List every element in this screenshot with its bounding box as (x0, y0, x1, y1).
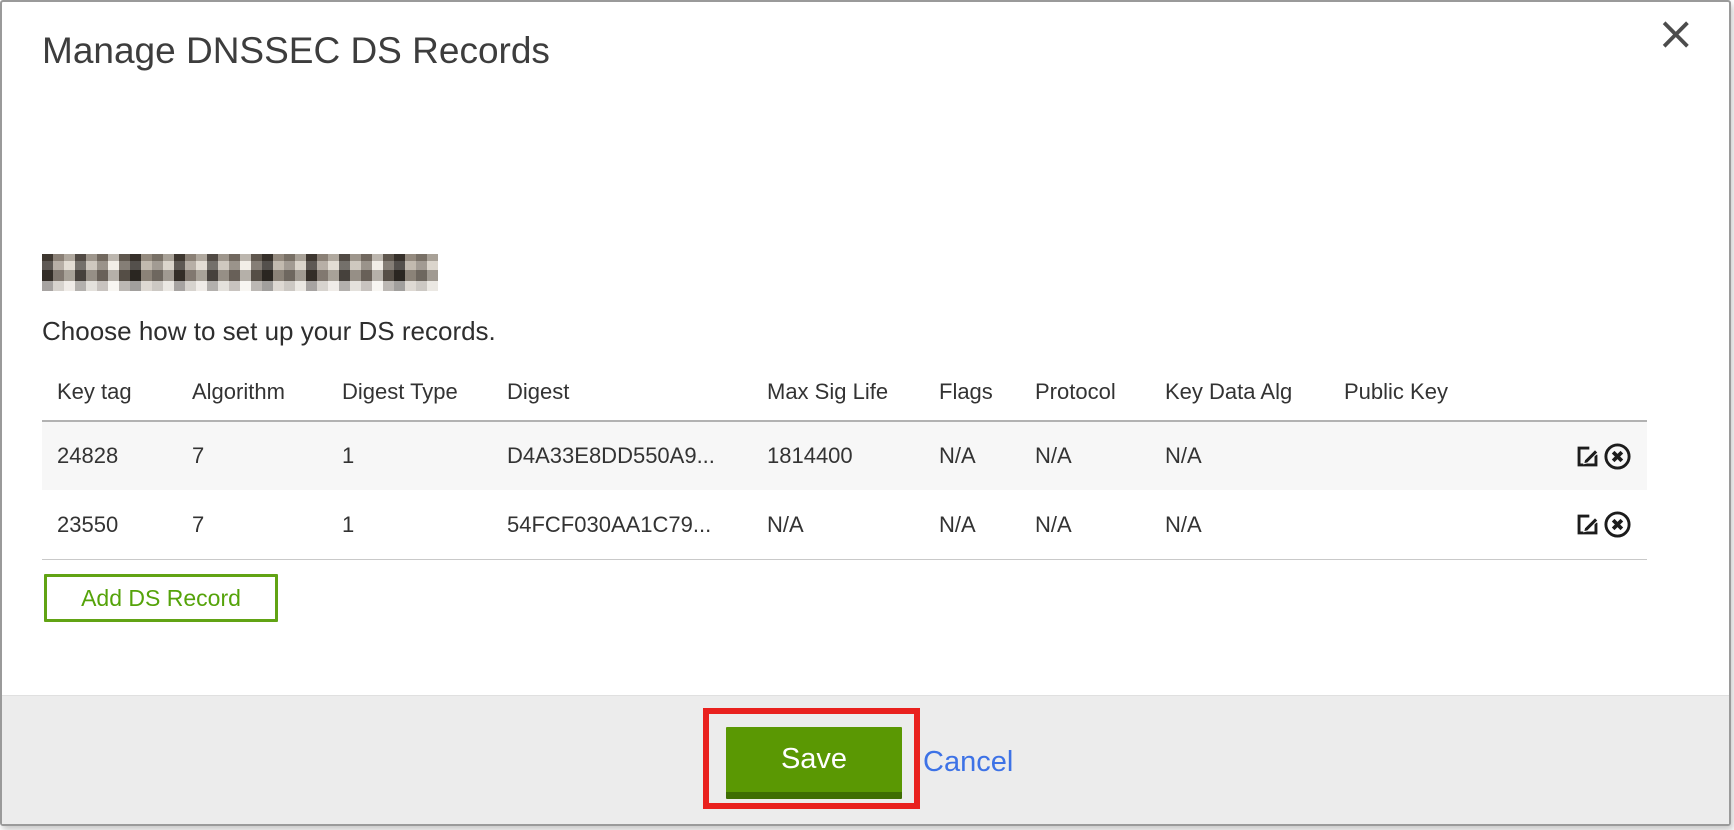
delete-icon[interactable] (1603, 442, 1632, 471)
cell-max-sig-life: N/A (767, 512, 939, 538)
cell-key-tag: 23550 (42, 512, 192, 538)
instruction-text: Choose how to set up your DS records. (42, 316, 496, 347)
manage-dnssec-dialog: Manage DNSSEC DS Records × Choose how to… (0, 0, 1731, 826)
table-row: 24828 7 1 D4A33E8DD550A9... 1814400 N/A … (42, 422, 1647, 490)
domain-name-redacted (42, 254, 438, 291)
table-header-row: Key tag Algorithm Digest Type Digest Max… (42, 364, 1647, 422)
col-header-flags: Flags (939, 379, 1035, 405)
cell-protocol: N/A (1035, 512, 1165, 538)
col-header-digest-type: Digest Type (342, 379, 507, 405)
cancel-link[interactable]: Cancel (923, 746, 1013, 779)
screen: Manage DNSSEC DS Records × Choose how to… (0, 0, 1734, 830)
cell-digest: 54FCF030AA1C79... (507, 512, 767, 538)
save-button[interactable]: Save (726, 727, 902, 799)
row-actions (1569, 442, 1647, 471)
close-icon[interactable]: × (1656, 10, 1695, 56)
ds-records-table: Key tag Algorithm Digest Type Digest Max… (42, 364, 1647, 560)
cell-max-sig-life: 1814400 (767, 443, 939, 469)
col-header-key-data-alg: Key Data Alg (1165, 379, 1344, 405)
edit-icon[interactable] (1573, 442, 1602, 471)
col-header-protocol: Protocol (1035, 379, 1165, 405)
table-row: 23550 7 1 54FCF030AA1C79... N/A N/A N/A … (42, 490, 1647, 560)
cell-key-data-alg: N/A (1165, 443, 1344, 469)
cell-digest: D4A33E8DD550A9... (507, 443, 767, 469)
col-header-key-tag: Key tag (42, 379, 192, 405)
cell-protocol: N/A (1035, 443, 1165, 469)
delete-icon[interactable] (1603, 510, 1632, 539)
row-actions (1569, 510, 1647, 539)
cell-digest-type: 1 (342, 512, 507, 538)
edit-icon[interactable] (1573, 510, 1602, 539)
cell-flags: N/A (939, 443, 1035, 469)
dialog-title: Manage DNSSEC DS Records (42, 30, 550, 72)
add-ds-record-button[interactable]: Add DS Record (44, 574, 278, 622)
cell-key-tag: 24828 (42, 443, 192, 469)
col-header-max-sig-life: Max Sig Life (767, 379, 939, 405)
cell-algorithm: 7 (192, 443, 342, 469)
cell-algorithm: 7 (192, 512, 342, 538)
cell-key-data-alg: N/A (1165, 512, 1344, 538)
col-header-digest: Digest (507, 379, 767, 405)
col-header-public-key: Public Key (1344, 379, 1569, 405)
col-header-algorithm: Algorithm (192, 379, 342, 405)
cell-flags: N/A (939, 512, 1035, 538)
cell-digest-type: 1 (342, 443, 507, 469)
